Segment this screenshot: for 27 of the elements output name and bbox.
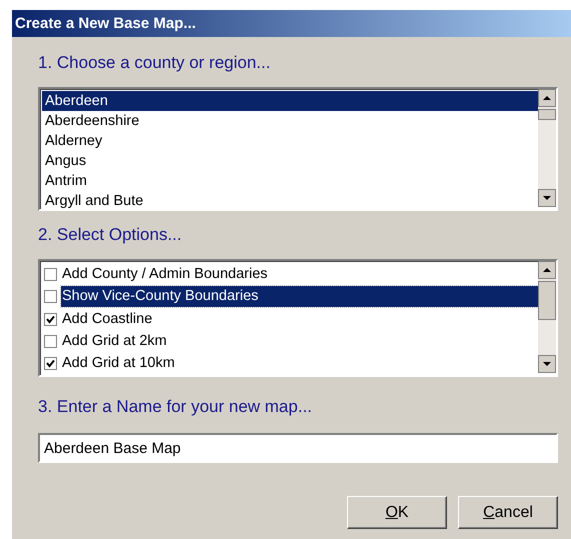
option-item[interactable]: Add County / Admin Boundaries: [61, 264, 538, 285]
section-label: 2. Select Options...: [38, 224, 183, 246]
list-item[interactable]: Aberdeen: [42, 91, 538, 111]
list-item[interactable]: Alderney: [42, 131, 538, 151]
window-title: Create a New Base Map...: [12, 10, 571, 37]
checkbox[interactable]: [44, 268, 57, 281]
list-item[interactable]: Antrim: [42, 171, 538, 191]
checkbox[interactable]: [44, 334, 57, 348]
section-label: 1. Choose a county or region...: [38, 52, 272, 74]
option-item[interactable]: Add Grid at 10km: [61, 353, 538, 374]
option-item[interactable]: Add Grid at 2km: [61, 330, 538, 352]
option-item[interactable]: Add Coastline: [61, 308, 538, 330]
checkbox[interactable]: [44, 357, 57, 370]
section-label: 3. Enter a Name for your new map...: [38, 396, 314, 418]
scrollbar[interactable]: [538, 261, 556, 373]
cancel-button[interactable]: Cancel: [458, 496, 558, 529]
option-item[interactable]: Show Vice-County Boundaries: [61, 286, 538, 308]
name-field[interactable]: Aberdeen Base Map: [38, 433, 558, 463]
region-list[interactable]: Aberdeen Aberdeenshire Alderney Angus Antrim Argyll and Bute: [38, 87, 558, 211]
list-item[interactable]: Argyll and Bute: [42, 191, 538, 211]
options-list[interactable]: Add County / Admin Boundaries Show Vice-County Boundaries Add Coastline Add Grid at 2km Add Grid at 10km: [38, 259, 558, 377]
ok-button[interactable]: OK: [347, 496, 447, 529]
scrollbar[interactable]: [538, 89, 556, 207]
checkbox[interactable]: [44, 312, 57, 326]
checkbox[interactable]: [44, 290, 57, 304]
list-item[interactable]: Aberdeenshire: [42, 111, 538, 131]
list-item[interactable]: Angus: [42, 151, 538, 171]
